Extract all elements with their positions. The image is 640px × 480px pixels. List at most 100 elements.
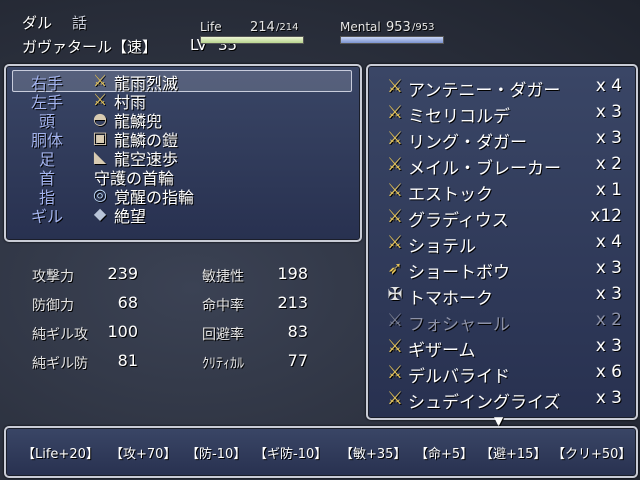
inventory-item-name: ショテル bbox=[408, 237, 476, 257]
bonus-item: 【避+15】 bbox=[480, 447, 547, 462]
inventory-item[interactable]: ⚔ エストック x 1 bbox=[384, 178, 622, 205]
life-bar-fill bbox=[201, 37, 303, 43]
character-name: ガヴァタール【速】 bbox=[22, 38, 158, 56]
life-bar bbox=[200, 36, 304, 44]
axe-icon: ✠ bbox=[387, 284, 403, 305]
sword-icon: ⚔ bbox=[386, 128, 404, 149]
stat-label: 防御力 bbox=[32, 298, 74, 314]
equip-item-name: 絶望 bbox=[114, 207, 147, 226]
bow-icon: ➶ bbox=[387, 258, 403, 279]
life-max: /214 bbox=[276, 22, 299, 33]
stat-label: 命中率 bbox=[202, 298, 244, 314]
inventory-item-qty: x12 bbox=[590, 206, 622, 226]
inventory-item-qty: x 3 bbox=[595, 128, 622, 148]
inventory-item[interactable]: ⚔ グラディウス x12 bbox=[384, 204, 622, 231]
stat-value: 68 bbox=[117, 293, 138, 312]
equip-slot-label: ギル bbox=[30, 207, 63, 226]
inventory-window: ⚔ アンテニー・ダガー x 4 ⚔ ミセリコルデ x 3 ⚔ リング・ダガー x 3 ⚔ メイル・ブ… bbox=[366, 64, 638, 420]
bonus-item: 【防-10】 bbox=[186, 447, 247, 462]
inventory-item-qty: x 1 bbox=[595, 180, 622, 200]
inventory-item-name: デルバライド bbox=[408, 367, 510, 387]
bonus-item: 【攻+70】 bbox=[110, 447, 177, 462]
inventory-item[interactable]: ➶ ショートボウ x 3 bbox=[384, 256, 622, 283]
talk-label: 話 bbox=[72, 14, 88, 32]
inventory-item[interactable]: ⚔ ギザーム x 3 bbox=[384, 334, 622, 361]
equip-slot-row[interactable]: ギル ◆ 絶望 bbox=[12, 203, 356, 226]
mental-label: Mental bbox=[340, 20, 381, 34]
inventory-item[interactable]: ⚔ フォシャール x 2 bbox=[384, 308, 622, 335]
inventory-item-qty: x 3 bbox=[595, 102, 622, 122]
stat-value: 100 bbox=[107, 322, 138, 341]
stat-label: 純ギル攻 bbox=[32, 327, 88, 343]
sword-icon: ⚔ bbox=[386, 388, 404, 409]
sword-icon: ⚔ bbox=[386, 362, 404, 383]
inventory-item-qty: x 3 bbox=[595, 336, 622, 356]
stat-value: 239 bbox=[107, 264, 138, 283]
bonus-item: 【命+5】 bbox=[415, 447, 474, 462]
stat-label: ｸﾘﾃｨｶﾙ bbox=[202, 356, 244, 372]
stat-label: 敏捷性 bbox=[202, 269, 244, 285]
stat-value: 81 bbox=[117, 351, 138, 370]
inventory-item-name: リング・ダガー bbox=[408, 133, 527, 153]
mental-current: 953 bbox=[386, 20, 411, 35]
stat-value: 77 bbox=[287, 351, 308, 370]
inventory-item-name: トマホーク bbox=[408, 289, 493, 309]
life-label: Life bbox=[200, 20, 222, 34]
inventory-item-qty: x 3 bbox=[595, 284, 622, 304]
inventory-item[interactable]: ⚔ ミセリコルデ x 3 bbox=[384, 100, 622, 127]
life-current: 214 bbox=[250, 20, 275, 35]
sword-icon: ⚔ bbox=[92, 71, 108, 90]
inventory-item-qty: x 2 bbox=[595, 154, 622, 174]
bonus-item: 【Life+20】 bbox=[22, 447, 99, 462]
inventory-item[interactable]: ⚔ アンテニー・ダガー x 4 bbox=[384, 74, 622, 101]
inventory-item-qty: x 6 bbox=[595, 362, 622, 382]
stat-label: 回避率 bbox=[202, 327, 244, 343]
inventory-item-name: フォシャール bbox=[408, 315, 510, 335]
sword-icon: ⚔ bbox=[386, 336, 404, 357]
sword-icon: ⚔ bbox=[386, 154, 404, 175]
sword-icon: ⚔ bbox=[386, 206, 404, 227]
sword-icon: ⚔ bbox=[386, 76, 404, 97]
stat-label: 純ギル防 bbox=[32, 356, 88, 372]
sword-icon: ⚔ bbox=[386, 310, 404, 331]
bonus-item: 【クリ+50】 bbox=[552, 447, 632, 462]
sword-icon: ⚔ bbox=[386, 180, 404, 201]
inventory-item-qty: x 2 bbox=[595, 310, 622, 330]
inventory-item[interactable]: ⚔ リング・ダガー x 3 bbox=[384, 126, 622, 153]
inventory-item[interactable]: ⚔ メイル・ブレーカー x 2 bbox=[384, 152, 622, 179]
inventory-item-name: メイル・ブレーカー bbox=[408, 159, 561, 179]
mental-bar bbox=[340, 36, 444, 44]
inventory-item-qty: x 3 bbox=[595, 388, 622, 408]
sword-icon: ⚔ bbox=[386, 232, 404, 253]
inventory-item-name: ショートボウ bbox=[408, 263, 510, 283]
mental-bar-fill bbox=[341, 37, 443, 43]
inventory-item[interactable]: ⚔ デルバライド x 6 bbox=[384, 360, 622, 387]
stat-value: 83 bbox=[287, 322, 308, 341]
ring-icon: ◎ bbox=[93, 185, 107, 204]
inventory-item[interactable]: ⚔ シュデイングライズ x 3 bbox=[384, 386, 622, 413]
gem-icon: ◆ bbox=[93, 204, 107, 223]
inventory-item-name: ミセリコルデ bbox=[408, 107, 510, 127]
inventory-item-qty: x 4 bbox=[595, 232, 622, 252]
equipment-window: 右手 ⚔ 龍雨烈滅 左手 ⚔ 村雨頭 ◓ 龍鱗兜 胴体 ▣ 龍鱗の鎧足 ◣ 龍空速歩首守護の首輪指 ◎ 覚醒… bbox=[4, 64, 362, 242]
stat-value: 213 bbox=[277, 293, 308, 312]
inventory-item-name: アンテニー・ダガー bbox=[408, 81, 561, 101]
inventory-item-name: エストック bbox=[408, 185, 493, 205]
inventory-item[interactable]: ✠ トマホーク x 3 bbox=[384, 282, 622, 309]
stat-label: 攻撃力 bbox=[32, 269, 74, 285]
bonus-item: 【ギ防-10】 bbox=[254, 447, 328, 462]
bonus-item: 【敏+35】 bbox=[340, 447, 407, 462]
stat-value: 198 bbox=[277, 264, 308, 283]
inventory-item-name: シュデイングライズ bbox=[408, 393, 561, 413]
inventory-item-name: グラディウス bbox=[408, 211, 509, 231]
speaker-label: ダル bbox=[22, 14, 53, 32]
inventory-item-qty: x 4 bbox=[595, 76, 622, 96]
helmet-icon: ◓ bbox=[93, 109, 107, 128]
inventory-item-qty: x 3 bbox=[595, 258, 622, 278]
armor-icon: ▣ bbox=[92, 128, 108, 147]
boots-icon: ◣ bbox=[93, 147, 107, 166]
sword-icon: ⚔ bbox=[92, 90, 108, 109]
inventory-item[interactable]: ⚔ ショテル x 4 bbox=[384, 230, 622, 257]
sword-icon: ⚔ bbox=[386, 102, 404, 123]
inventory-item-name: ギザーム bbox=[408, 341, 476, 361]
